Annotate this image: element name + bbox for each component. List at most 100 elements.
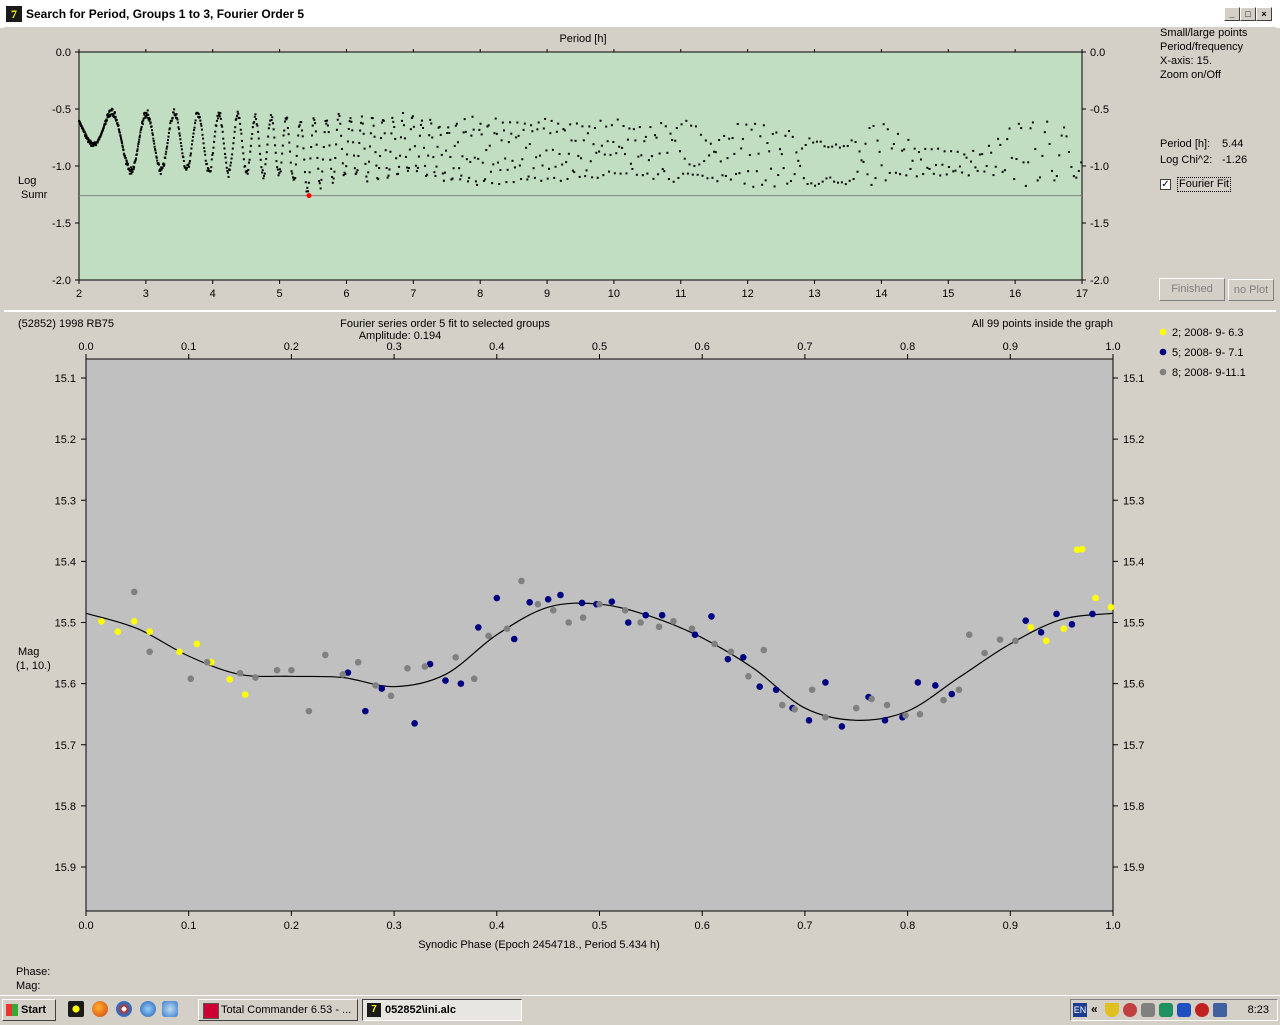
close-button[interactable]: × [1256,7,1272,21]
periodogram-point [641,174,644,177]
periodogram-point [129,166,132,169]
periodogram-point [854,140,857,143]
periodogram-point [1006,138,1009,141]
periodogram-point [533,176,536,179]
data-point [745,672,752,680]
antivirus-icon[interactable] [1195,1003,1209,1017]
periodogram-point [301,135,304,138]
speaker-icon[interactable] [1213,1003,1227,1017]
periodogram-point [575,122,578,125]
periodogram-point [271,116,274,119]
periodogram-point [218,115,221,118]
periodogram-point [928,168,931,171]
periodogram-point [615,152,618,155]
network-icon[interactable] [1123,1003,1137,1017]
periodogram-point [945,173,948,176]
start-button[interactable]: Start [2,999,56,1021]
periodogram-point [585,169,588,172]
periodogram-point [974,166,977,169]
data-point [881,717,889,724]
periodogram-point [768,150,771,153]
data-point [339,671,347,678]
periodogram-point [371,117,374,120]
periodogram-point [111,108,114,111]
data-point [914,679,922,686]
periodogram-point [346,140,349,143]
data-point [670,617,677,625]
periodogram-point [501,121,504,124]
periodogram-point [333,170,336,173]
periodogram-point [1055,175,1058,178]
data-point [176,648,183,656]
maximize-button[interactable]: □ [1240,7,1256,21]
data-point [805,717,813,724]
periodogram-point [287,133,290,136]
periodogram-point [138,136,141,139]
firefox-icon[interactable] [92,1001,108,1017]
periodogram-point [578,175,581,178]
periodogram-point [682,172,685,175]
periodogram-point [592,143,595,146]
periodogram-point [484,178,487,181]
small-large-points-option[interactable]: Small/large points [1160,26,1247,40]
sync-icon[interactable] [1159,1003,1173,1017]
x-tick-label-top: 0.0 [78,341,93,353]
periodogram-point [331,181,334,184]
legend-label: 2; 2008- 9- 6.3 [1172,327,1244,339]
periodogram-chart[interactable]: Period [h] Log Sumr 2 3 4 5 6 7 8 9 10 11 12 13 14 15… [4,27,1154,306]
fourier-fit-checkbox[interactable]: ✓ [1160,179,1171,190]
tool-icon[interactable] [1141,1003,1155,1017]
periodogram-point [449,155,452,158]
x-tick-label: 9 [544,288,550,300]
periodogram-point [640,154,643,157]
x-axis-option[interactable]: X-axis: 15. [1160,54,1212,68]
periodogram-point [559,179,562,182]
periodogram-point [281,152,284,155]
quicklaunch-icon[interactable] [162,1001,178,1017]
data-point [1078,545,1086,553]
period-frequency-option[interactable]: Period/frequency [1160,40,1243,54]
taskbar: Start Total Commander 6.53 - ... 7 05285… [0,995,1280,1025]
periodogram-point [613,172,616,175]
zoom-option[interactable]: Zoom on/Off [1160,68,1221,82]
fourier-fit-label[interactable]: Fourier Fit [1177,177,1232,192]
periodogram-point [721,174,724,177]
periodogram-point [602,174,605,177]
finished-button[interactable]: Finished [1159,278,1225,301]
periodogram-point [310,134,313,137]
minimize-button[interactable]: _ [1224,7,1240,21]
periodogram-point [468,176,471,179]
periodogram-point [536,128,539,131]
clock: 8:23 [1247,1004,1269,1016]
y-tick-label: 15.6 [55,679,76,691]
periodogram-point [766,141,769,144]
language-indicator[interactable]: EN [1073,1003,1087,1017]
periodogram-point [541,164,544,167]
periodogram-point [350,120,353,123]
app-quicklaunch-icon[interactable] [68,1001,84,1017]
periodogram-point [460,174,463,177]
periodogram-point [199,119,202,122]
data-point [236,669,244,677]
periodogram-point [266,143,269,146]
display-icon[interactable] [1177,1003,1191,1017]
periodogram-point [439,133,442,136]
y-tick-label: 15.5 [55,618,76,630]
no-plot-button[interactable]: no Plot [1228,279,1274,301]
lightcurve-chart[interactable]: (52852) 1998 RB75 Fourier series order 5… [4,312,1276,995]
taskbar-total-commander[interactable]: Total Commander 6.53 - ... [198,999,358,1021]
periodogram-point [669,132,672,135]
y-tick-label-right: -1.5 [1090,218,1109,230]
browser-icon[interactable] [116,1001,132,1017]
periodogram-point [232,136,235,139]
chevron-left-icon[interactable]: « [1091,1002,1098,1016]
periodogram-point [525,146,528,149]
periodogram-point [154,149,157,152]
periodogram-x-title: Period [h] [559,33,606,45]
internet-explorer-icon[interactable] [140,1001,156,1017]
shield-icon[interactable] [1105,1003,1119,1017]
periodogram-point [248,158,251,161]
taskbar-alc-window[interactable]: 7 052852\ini.alc [362,999,522,1021]
periodogram-point [696,173,699,176]
periodogram-point [599,119,602,122]
